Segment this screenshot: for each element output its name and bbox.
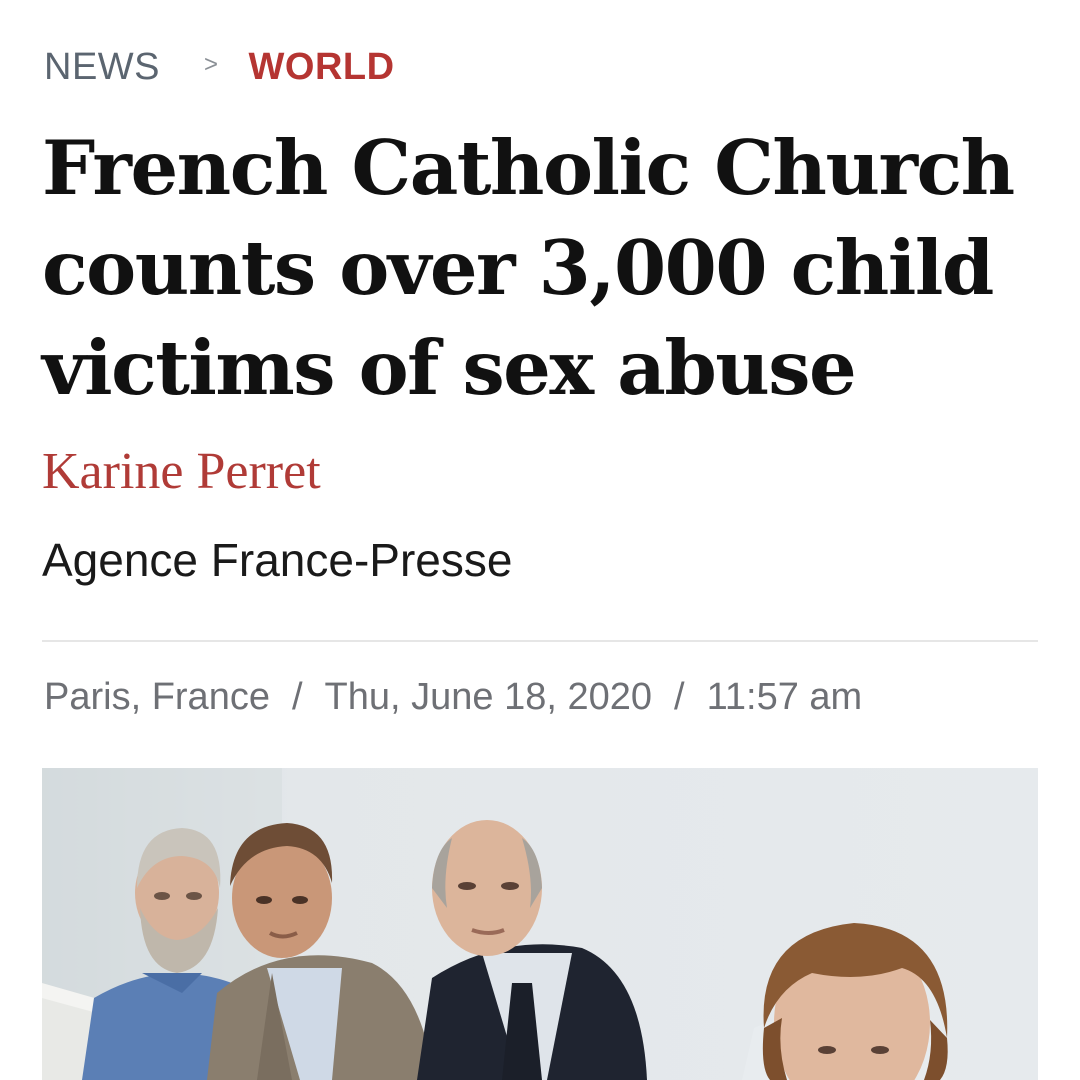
- breadcrumb-news-link[interactable]: NEWS: [44, 46, 160, 89]
- article-meta: Paris, France / Thu, June 18, 2020 / 11:57 a…: [44, 670, 862, 724]
- headline-line: French Catholic Church: [42, 124, 1015, 212]
- headline-line: victims of sex abuse: [42, 324, 857, 412]
- article-headline: French Catholic Church counts over 3,000…: [42, 118, 1042, 418]
- author-link[interactable]: Karine Perret: [42, 440, 321, 504]
- breadcrumb: NEWS > WORLD: [44, 42, 395, 92]
- publish-time: 11:57 am: [706, 676, 863, 718]
- news-agency: Agence France-Presse: [42, 534, 513, 586]
- press-conference-photo: [42, 768, 1038, 1080]
- chevron-right-icon: >: [204, 51, 219, 78]
- meta-separator: /: [291, 676, 303, 718]
- meta-separator: /: [674, 676, 685, 718]
- article-page: NEWS > WORLD French Catholic Church coun…: [0, 0, 1080, 1080]
- article-photo[interactable]: [42, 768, 1038, 1080]
- breadcrumb-world-link[interactable]: WORLD: [249, 46, 395, 89]
- headline-line: counts over 3,000 child: [42, 224, 994, 312]
- divider: [42, 640, 1038, 642]
- dateline-location: Paris, France: [44, 676, 270, 718]
- publish-date: Thu, June 18, 2020: [324, 676, 653, 718]
